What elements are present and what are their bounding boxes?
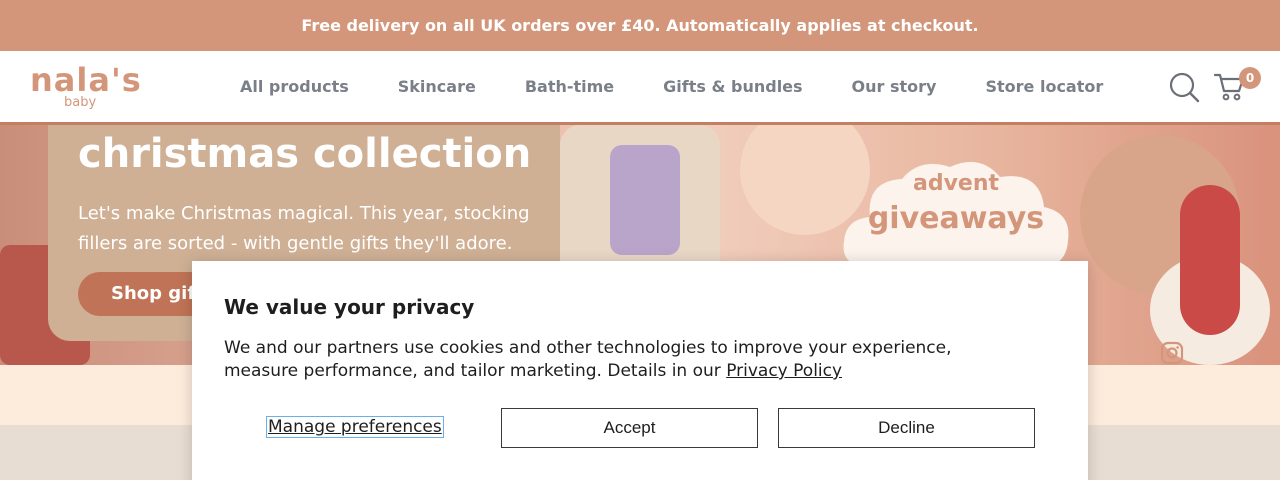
logo-sub-text: baby bbox=[64, 95, 97, 110]
decor-bottle-label bbox=[610, 145, 680, 255]
cookie-dialog-title: We value your privacy bbox=[224, 295, 475, 319]
logo-main-text: nala's bbox=[30, 61, 142, 99]
promo-bar: Free delivery on all UK orders over £40.… bbox=[0, 0, 1280, 51]
main-nav: All products Skincare Bath-time Gifts & … bbox=[240, 51, 1103, 122]
cookie-dialog-body: We and our partners use cookies and othe… bbox=[224, 337, 1024, 383]
cookie-consent-dialog: We value your privacy We and our partner… bbox=[192, 261, 1088, 480]
decline-button[interactable]: Decline bbox=[778, 408, 1035, 448]
decor-candy-cane bbox=[1180, 185, 1240, 335]
nav-gifts-bundles[interactable]: Gifts & bundles bbox=[663, 77, 802, 96]
cart-button[interactable]: 0 bbox=[1213, 67, 1261, 105]
site-header: nala's baby All products Skincare Bath-t… bbox=[0, 51, 1280, 125]
promo-text: Free delivery on all UK orders over £40.… bbox=[301, 16, 979, 35]
advent-title: advent bbox=[912, 171, 1000, 196]
nav-all-products[interactable]: All products bbox=[240, 77, 349, 96]
advent-subtitle: giveaways bbox=[867, 201, 1045, 236]
logo[interactable]: nala's baby bbox=[30, 61, 142, 113]
cookie-body-text: We and our partners use cookies and othe… bbox=[224, 338, 952, 381]
hero-subtitle: Let's make Christmas magical. This year,… bbox=[78, 203, 530, 254]
nav-our-story[interactable]: Our story bbox=[852, 77, 937, 96]
nav-skincare[interactable]: Skincare bbox=[398, 77, 476, 96]
advent-giveaways-badge[interactable]: advent giveaways bbox=[840, 157, 1072, 275]
nav-bath-time[interactable]: Bath-time bbox=[525, 77, 614, 96]
hero-title: christmas collection bbox=[78, 131, 532, 177]
manage-preferences-button[interactable]: Manage preferences bbox=[266, 416, 444, 438]
nav-store-locator[interactable]: Store locator bbox=[985, 77, 1103, 96]
search-icon[interactable] bbox=[1168, 71, 1200, 103]
accept-button[interactable]: Accept bbox=[501, 408, 758, 448]
privacy-policy-link[interactable]: Privacy Policy bbox=[726, 361, 842, 381]
cart-count-badge: 0 bbox=[1239, 67, 1261, 89]
instagram-icon[interactable] bbox=[1160, 341, 1184, 365]
